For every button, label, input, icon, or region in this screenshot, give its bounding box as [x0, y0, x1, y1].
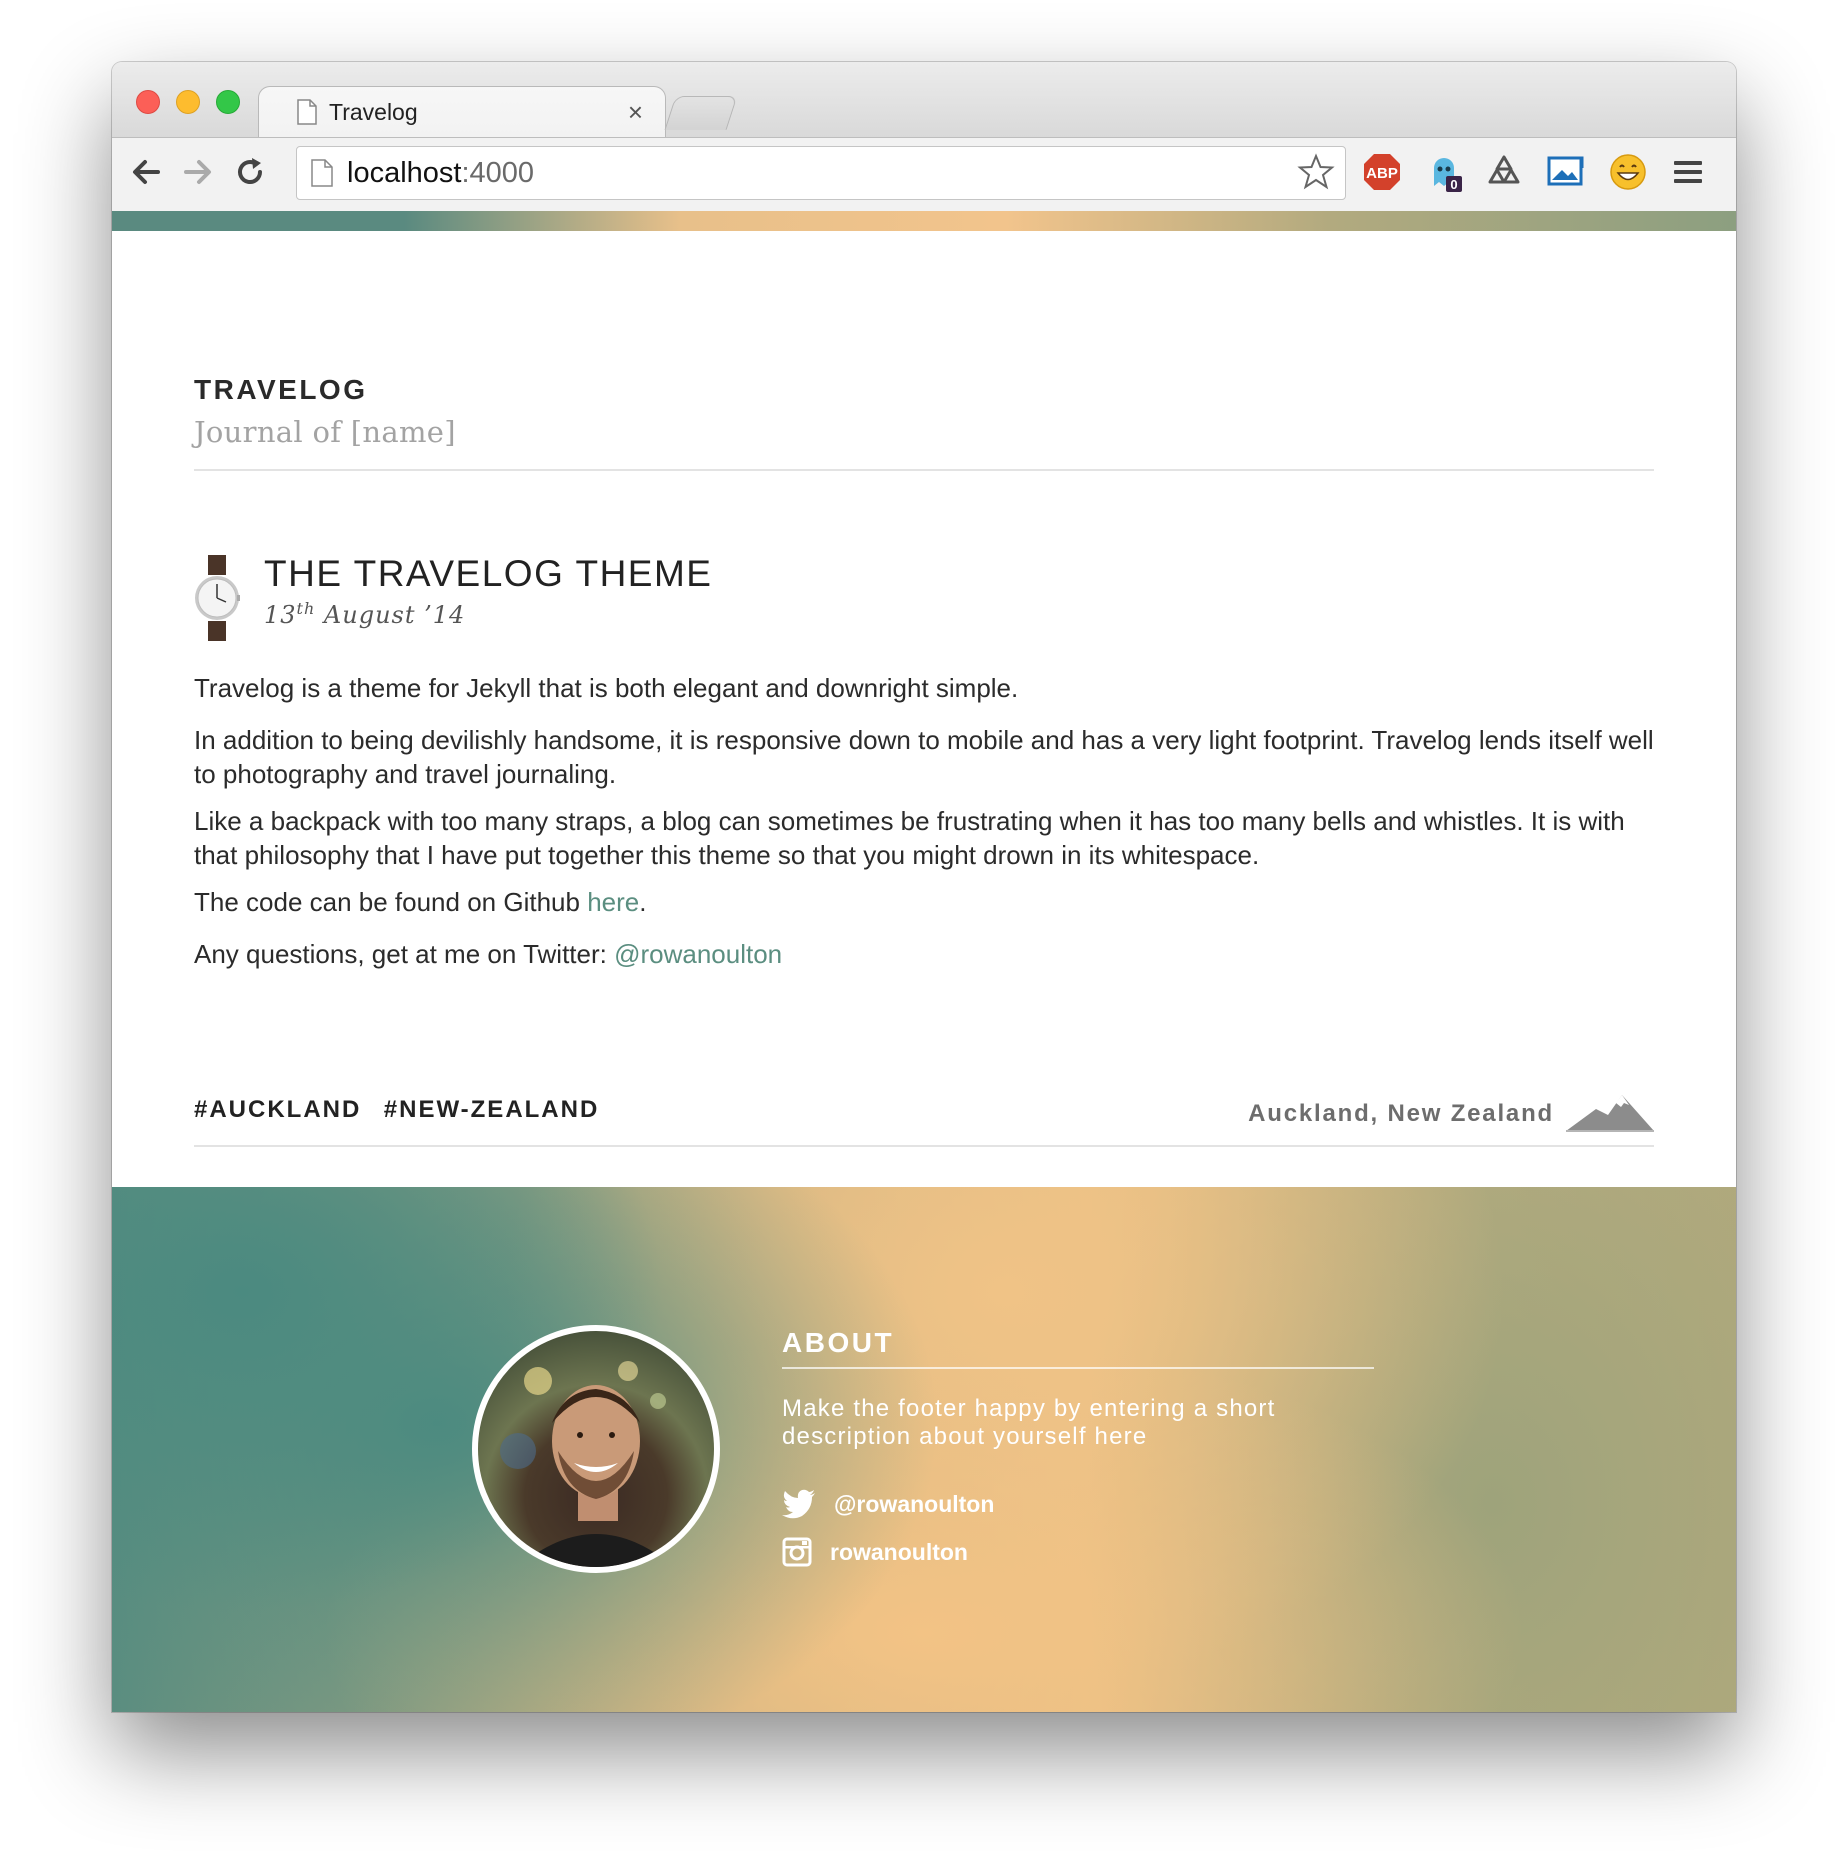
twitter-link[interactable]: @rowanoulton: [614, 939, 782, 969]
date-day: 13: [264, 601, 297, 629]
browser-window: Travelog × localhost:4000 ABP 0 TRAVELOG…: [112, 62, 1736, 1712]
post-paragraph-github: The code can be found on Github here.: [194, 885, 1654, 919]
site-footer: ABOUT Make the footer happy by entering …: [112, 1187, 1736, 1712]
back-arrow-icon[interactable]: [128, 154, 164, 190]
instagram-social-link[interactable]: rowanoulton: [782, 1537, 968, 1567]
post-title[interactable]: THE TRAVELOG THEME: [264, 553, 712, 595]
about-description: Make the footer happy by entering a shor…: [782, 1395, 1276, 1450]
post-location: Auckland, New Zealand: [1248, 1100, 1554, 1127]
post-divider: [194, 1145, 1654, 1147]
new-tab-button[interactable]: [664, 96, 738, 130]
portrait-image: [500, 1361, 674, 1567]
twitter-icon: [782, 1489, 815, 1519]
adblock-plus-icon[interactable]: ABP: [1362, 152, 1402, 192]
watch-icon: [195, 555, 240, 641]
instagram-icon: [782, 1537, 812, 1567]
mountain-icon: [1566, 1095, 1654, 1132]
ghostery-icon[interactable]: 0: [1424, 152, 1464, 192]
github-link[interactable]: here: [587, 887, 639, 917]
browser-toolbar: localhost:4000 ABP 0: [112, 137, 1736, 211]
date-suffix: th: [296, 599, 316, 618]
maximize-window-button[interactable]: [216, 90, 240, 114]
tag-auckland[interactable]: #AUCKLAND: [194, 1096, 361, 1124]
menu-icon[interactable]: [1668, 152, 1708, 192]
address-bar[interactable]: localhost:4000: [296, 146, 1346, 200]
post-paragraph: Like a backpack with too many straps, a …: [194, 806, 1625, 870]
post-paragraph: In addition to being devilishly handsome…: [194, 725, 1654, 789]
screenshot-icon[interactable]: [1546, 152, 1586, 192]
title-bar: Travelog ×: [112, 62, 1736, 138]
twitter-handle[interactable]: @rowanoulton: [834, 1491, 994, 1518]
about-divider: [782, 1367, 1374, 1369]
date-rest: August ’14: [315, 601, 466, 629]
page-icon: [297, 99, 317, 125]
instagram-handle[interactable]: rowanoulton: [830, 1539, 968, 1566]
url-host: localhost: [347, 157, 462, 189]
header-divider: [194, 469, 1654, 471]
page-icon: [311, 159, 333, 187]
url-text[interactable]: localhost:4000: [347, 157, 534, 190]
site-title[interactable]: TRAVELOG: [194, 374, 367, 406]
avatar: [472, 1325, 720, 1573]
github-suffix: .: [639, 887, 647, 917]
forward-arrow-icon[interactable]: [180, 154, 216, 190]
twitter-prefix: Any questions, get at me on Twitter:: [194, 939, 615, 969]
site-subtitle: Journal of [name]: [194, 415, 456, 449]
twitter-social-link[interactable]: @rowanoulton: [782, 1489, 994, 1519]
post-date: 13th August ’14: [264, 599, 465, 629]
recycle-icon[interactable]: [1484, 152, 1524, 192]
emoji-icon[interactable]: [1608, 152, 1648, 192]
close-window-button[interactable]: [136, 90, 160, 114]
reload-icon[interactable]: [232, 154, 268, 190]
tab-travelog[interactable]: Travelog ×: [258, 86, 666, 138]
about-title: ABOUT: [782, 1327, 895, 1358]
minimize-window-button[interactable]: [176, 90, 200, 114]
tag-new-zealand[interactable]: #NEW-ZEALAND: [384, 1096, 600, 1124]
post-paragraph: Travelog is a theme for Jekyll that is b…: [194, 673, 1019, 703]
header-accent-bar: [112, 211, 1736, 231]
tab-title: Travelog: [329, 99, 418, 125]
tab-close-icon[interactable]: ×: [628, 97, 643, 128]
url-port: :4000: [461, 157, 535, 189]
post-tags: #AUCKLAND #NEW-ZEALAND: [194, 1096, 617, 1124]
adblock-label: ABP: [1366, 165, 1398, 182]
post-paragraph-twitter: Any questions, get at me on Twitter: @ro…: [194, 937, 1654, 971]
ghostery-badge: 0: [1450, 177, 1457, 192]
bookmark-star-icon[interactable]: [1297, 153, 1335, 191]
github-prefix: The code can be found on Github: [194, 887, 588, 917]
